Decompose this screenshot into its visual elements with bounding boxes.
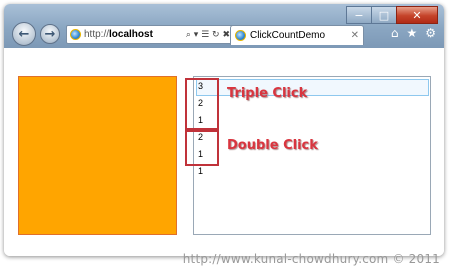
close-button[interactable]: ✕ [396,6,438,24]
tab-close-icon[interactable]: ✕ [351,30,359,41]
maximize-button[interactable]: □ [371,6,397,24]
list-item[interactable]: 1 [198,166,203,176]
window-controls: − □ ✕ [346,6,438,24]
page-content: 3 2 1 2 1 1 Triple Click Double Click [4,48,444,256]
forward-arrow-icon: → [44,26,56,42]
browser-window: − □ ✕ ← → http://localhost ⌕ ▾ ☰ ↻ ✖ Cli… [4,4,444,256]
double-click-label: Double Click [227,138,318,153]
home-icon[interactable]: ⌂ [391,26,399,40]
url-prefix: http:// [84,29,110,40]
url-host: localhost [109,29,153,40]
tools-icon[interactable]: ⚙ [425,26,436,40]
address-tools-icons[interactable]: ⌕ ▾ ☰ ↻ ✖ [186,30,230,40]
tab-title: ClickCountDemo [250,30,326,41]
address-url: http://localhost [84,29,153,40]
browser-toolbar: ⌂ ★ ⚙ [391,26,436,40]
favorites-icon[interactable]: ★ [406,26,417,40]
ie-page-icon [70,29,81,40]
double-click-highlight-box [185,130,219,166]
back-button[interactable]: ← [12,22,36,46]
browser-chrome: − □ ✕ ← → http://localhost ⌕ ▾ ☰ ↻ ✖ Cli… [4,4,444,48]
forward-button[interactable]: → [40,24,60,44]
click-target-box[interactable] [18,76,177,235]
new-tab-button[interactable] [364,25,382,43]
tab-ie-icon [235,30,246,41]
watermark: http://www.kunal-chowdhury.com © 2011 [182,252,440,266]
triple-click-highlight-box [185,78,219,130]
address-bar[interactable]: http://localhost ⌕ ▾ ☰ ↻ ✖ [66,25,234,44]
triple-click-label: Triple Click [227,86,308,101]
back-arrow-icon: ← [18,26,30,42]
tab-clickcountdemo[interactable]: ClickCountDemo ✕ [230,25,364,45]
minimize-button[interactable]: − [346,6,372,24]
